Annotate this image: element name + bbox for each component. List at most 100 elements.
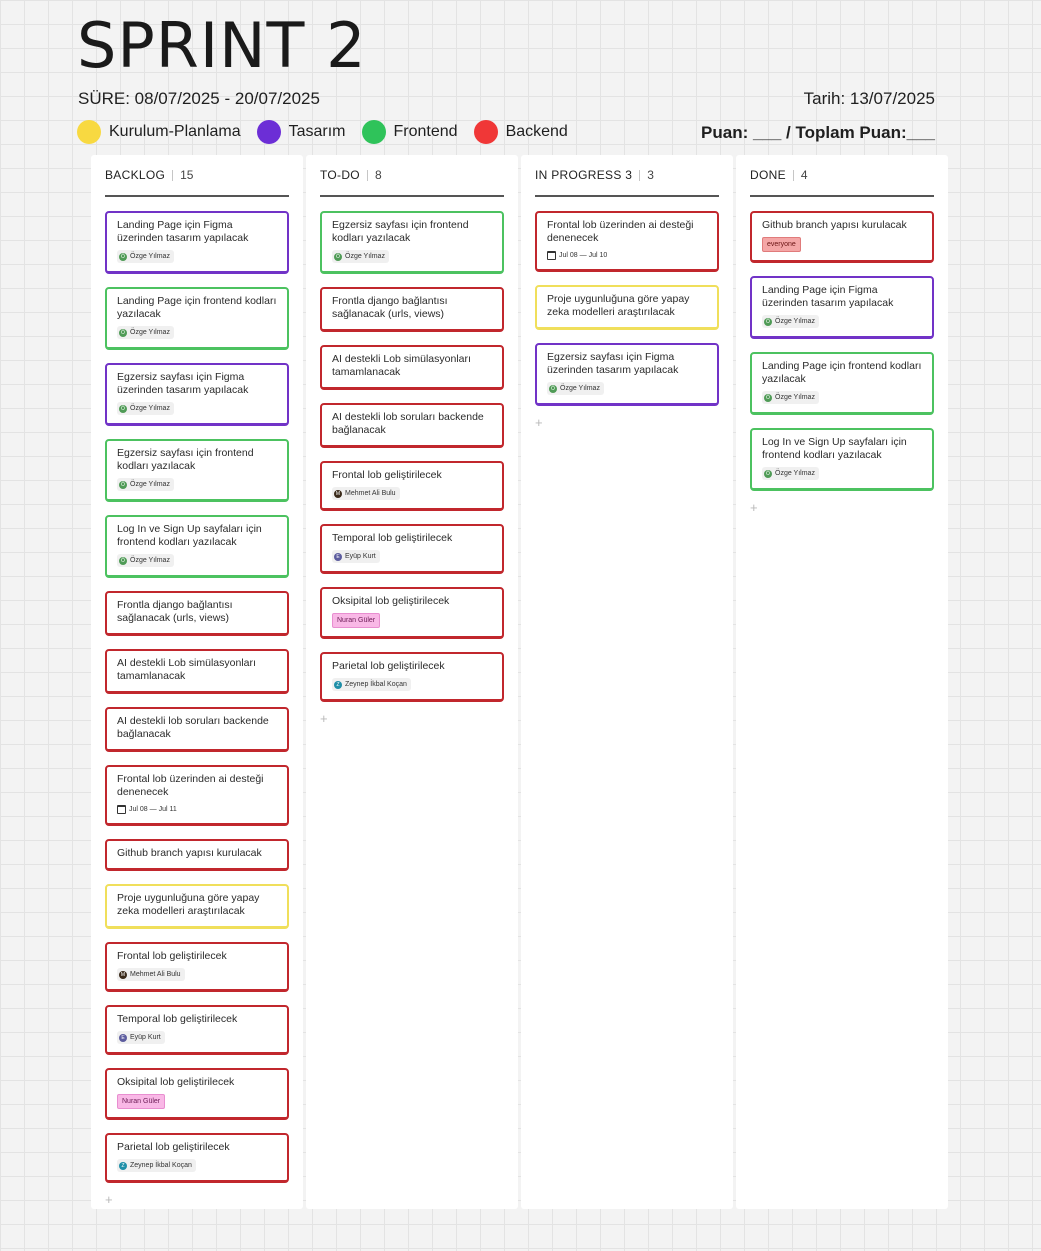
legend-label: Backend (505, 123, 568, 140)
task-card[interactable]: AI destekli Lob simülasyonları tamamlana… (105, 649, 289, 694)
task-card-meta: E Eyüp Kurt (332, 550, 492, 563)
assignee-name: Özge Yılmaz (775, 394, 815, 401)
add-card-icon[interactable]: + (320, 711, 504, 726)
task-card[interactable]: Proje uygunluğuna göre yapay zeka modell… (105, 884, 289, 929)
legend-label: Tasarım (288, 123, 346, 140)
task-card[interactable]: Parietal lob geliştirilecek Z Zeynep İkbal… (320, 652, 504, 702)
legend-item-frontend: Frontend (361, 120, 458, 144)
avatar-icon: M (334, 489, 342, 498)
task-card[interactable]: Egzersiz sayfası için frontend kodları y… (320, 211, 504, 274)
task-card[interactable]: Github branch yapısı kurulacak (105, 839, 289, 871)
task-card-meta: everyone (762, 237, 922, 252)
column-header-divider (792, 169, 794, 181)
legend-item-tasarim: Tasarım (256, 120, 346, 144)
task-card-title: Frontal lob geliştirilecek (332, 469, 442, 481)
task-card[interactable]: Parietal lob geliştirilecek Z Zeynep İkbal… (105, 1133, 289, 1183)
assignee-name: Zeynep İkbal Koçan (130, 1162, 192, 1169)
task-card[interactable]: Landing Page için frontend kodları yazıl… (750, 352, 934, 415)
task-card[interactable]: Egzersiz sayfası için Figma üzerinden ta… (535, 343, 719, 406)
tag-chip[interactable]: Nuran Güler (332, 613, 381, 628)
task-card[interactable]: Egzersiz sayfası için Figma üzerinden ta… (105, 363, 289, 426)
assignee-chip[interactable]: Ö Özge Yılmaz (117, 326, 174, 339)
task-card-title: Parietal lob geliştirilecek (117, 1141, 230, 1153)
column-card-count: 8 (374, 168, 382, 182)
calendar-icon (547, 251, 556, 260)
assignee-chip[interactable]: E Eyüp Kurt (117, 1031, 165, 1044)
date-range-chip: Jul 08 — Jul 11 (117, 804, 177, 815)
avatar-icon: Ö (764, 469, 772, 478)
avatar-icon: Ö (334, 252, 342, 261)
avatar-icon: M (119, 970, 127, 979)
legend-item-backend: Backend (473, 120, 568, 144)
column-header-divider (366, 169, 368, 181)
assignee-chip[interactable]: Ö Özge Yılmaz (117, 554, 174, 567)
task-card[interactable]: Log In ve Sign Up sayfaları için fronten… (750, 428, 934, 491)
task-card-meta: M Mehmet Ali Bulu (117, 968, 277, 981)
task-card[interactable]: Frontal lob geliştirilecek M Mehmet Ali Bu… (320, 461, 504, 511)
assignee-name: Özge Yılmaz (345, 253, 385, 260)
sprint-title: SPRINT 2 (77, 9, 367, 82)
task-card[interactable]: AI destekli Lob simülasyonları tamamlana… (320, 345, 504, 390)
assignee-chip[interactable]: Z Zeynep İkbal Koçan (332, 678, 411, 691)
add-card-icon[interactable]: + (105, 1192, 289, 1207)
assignee-chip[interactable]: Ö Özge Yılmaz (117, 402, 174, 415)
task-card[interactable]: Temporal lob geliştirilecek E Eyüp Kurt (320, 524, 504, 574)
task-card[interactable]: Proje uygunluğuna göre yapay zeka modell… (535, 285, 719, 330)
assignee-chip[interactable]: Ö Özge Yılmaz (762, 391, 819, 404)
task-card-title: Github branch yapısı kurulacak (117, 847, 262, 859)
task-card-title: Frontla django bağlantısı sağlanacak (ur… (117, 599, 233, 624)
assignee-name: Özge Yılmaz (130, 405, 170, 412)
assignee-chip[interactable]: M Mehmet Ali Bulu (117, 968, 185, 981)
task-card[interactable]: Landing Page için Figma üzerinden tasarı… (750, 276, 934, 339)
task-card-title: AI destekli Lob simülasyonları tamamlana… (117, 657, 256, 682)
task-card-title: Egzersiz sayfası için frontend kodları y… (117, 447, 254, 472)
task-card[interactable]: Frontal lob üzerinden ai desteği denenec… (105, 765, 289, 826)
task-card-title: Proje uygunluğuna göre yapay zeka modell… (117, 892, 260, 917)
assignee-chip[interactable]: Ö Özge Yılmaz (762, 315, 819, 328)
assignee-chip[interactable]: Z Zeynep İkbal Koçan (117, 1159, 196, 1172)
task-card-title: Landing Page için Figma üzerinden tasarı… (762, 284, 894, 309)
assignee-name: Mehmet Ali Bulu (345, 490, 396, 497)
task-card[interactable]: Frontal lob üzerinden ai desteği denenec… (535, 211, 719, 272)
assignee-chip[interactable]: Ö Özge Yılmaz (117, 250, 174, 263)
task-card[interactable]: Log In ve Sign Up sayfaları için fronten… (105, 515, 289, 578)
assignee-chip[interactable]: Ö Özge Yılmaz (332, 250, 389, 263)
task-card[interactable]: Oksipital lob geliştirilecek Nuran Güler (105, 1068, 289, 1120)
task-card-meta: E Eyüp Kurt (117, 1031, 277, 1044)
task-card-title: Frontal lob geliştirilecek (117, 950, 227, 962)
tag-chip[interactable]: everyone (762, 237, 801, 252)
assignee-chip[interactable]: Ö Özge Yılmaz (117, 478, 174, 491)
task-card-title: Parietal lob geliştirilecek (332, 660, 445, 672)
assignee-chip[interactable]: Ö Özge Yılmaz (547, 382, 604, 395)
assignee-chip[interactable]: E Eyüp Kurt (332, 550, 380, 563)
task-card[interactable]: Landing Page için frontend kodları yazıl… (105, 287, 289, 350)
assignee-name: Özge Yılmaz (130, 481, 170, 488)
task-card[interactable]: Oksipital lob geliştirilecek Nuran Güler (320, 587, 504, 639)
task-card[interactable]: AI destekli lob soruları backende bağlan… (105, 707, 289, 752)
tag-chip[interactable]: Nuran Güler (117, 1094, 166, 1109)
task-card-title: AI destekli Lob simülasyonları tamamlana… (332, 353, 471, 378)
assignee-chip[interactable]: M Mehmet Ali Bulu (332, 487, 400, 500)
column-header: IN PROGRESS 3 3 (535, 155, 719, 197)
task-card[interactable]: Temporal lob geliştirilecek E Eyüp Kurt (105, 1005, 289, 1055)
column-backlog: BACKLOG 15 Landing Page için Figma üzerind… (91, 155, 303, 1209)
sprint-date: Tarih: 13/07/2025 (803, 89, 935, 108)
add-card-icon[interactable]: + (750, 500, 934, 515)
task-card[interactable]: Github branch yapısı kurulacak everyone (750, 211, 934, 263)
task-card[interactable]: Frontla django bağlantısı sağlanacak (ur… (105, 591, 289, 636)
task-card[interactable]: AI destekli lob soruları backende bağlan… (320, 403, 504, 448)
column-in-progress-3: IN PROGRESS 3 3 Frontal lob üzerinden ai d… (521, 155, 733, 1209)
column-header: TO-DO 8 (320, 155, 504, 197)
assignee-chip[interactable]: Ö Özge Yılmaz (762, 467, 819, 480)
yellow-dot-icon (77, 120, 101, 144)
assignee-name: Zeynep İkbal Koçan (345, 681, 407, 688)
task-card[interactable]: Landing Page için Figma üzerinden tasarı… (105, 211, 289, 274)
avatar-icon: Ö (119, 252, 127, 261)
add-card-icon[interactable]: + (535, 415, 719, 430)
task-card[interactable]: Frontal lob geliştirilecek M Mehmet Ali Bu… (105, 942, 289, 992)
task-card[interactable]: Frontla django bağlantısı sağlanacak (ur… (320, 287, 504, 332)
task-card-title: Frontla django bağlantısı sağlanacak (ur… (332, 295, 448, 320)
legend-label: Kurulum-Planlama (109, 123, 241, 140)
task-card[interactable]: Egzersiz sayfası için frontend kodları y… (105, 439, 289, 502)
column-header-divider (639, 169, 641, 181)
